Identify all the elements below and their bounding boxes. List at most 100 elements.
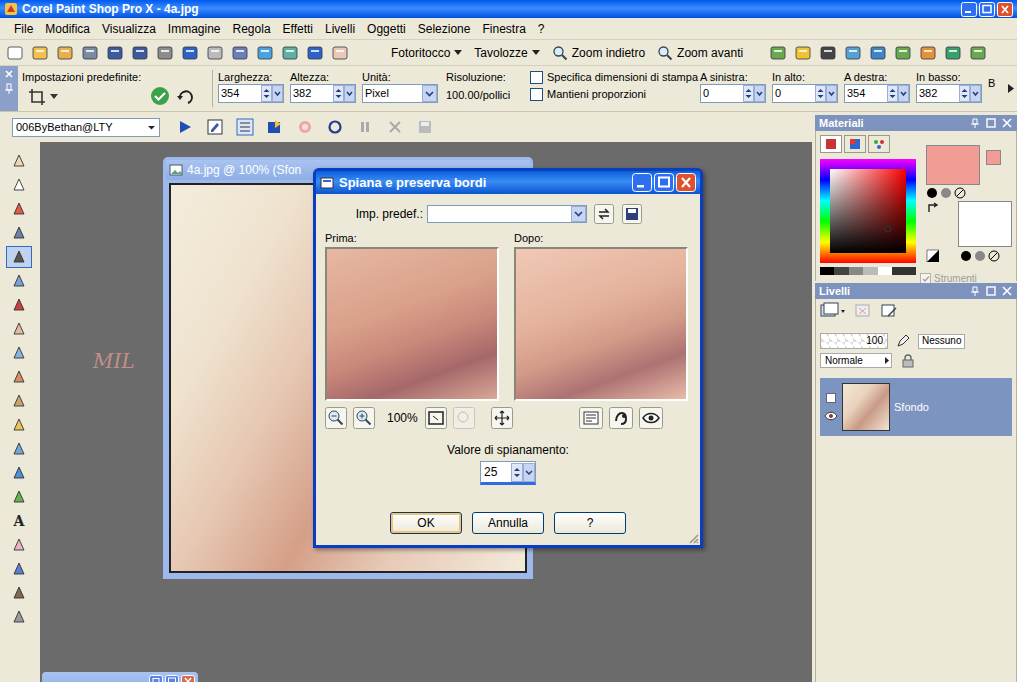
save-as-icon[interactable] <box>131 44 149 62</box>
saturation-square[interactable] <box>830 169 906 253</box>
expand-arrow-icon[interactable] <box>883 354 891 367</box>
maximize-icon[interactable] <box>654 173 674 192</box>
number-field[interactable]: 0 <box>700 84 766 103</box>
scroll-right-icon[interactable] <box>1008 84 1014 93</box>
toolbar-icon-button[interactable] <box>942 42 964 64</box>
maximize-icon[interactable] <box>985 117 997 129</box>
tool-button[interactable] <box>6 246 32 268</box>
minimize-icon[interactable] <box>961 2 977 17</box>
toolbar-icon-button[interactable] <box>29 42 51 64</box>
maximize-icon[interactable] <box>165 675 179 682</box>
toolbar-icon-button[interactable] <box>792 42 814 64</box>
layer-properties-icon[interactable] <box>880 302 898 320</box>
dropdown-arrow-icon[interactable] <box>144 119 159 136</box>
layer-thumbnail[interactable] <box>842 383 890 431</box>
picker-cursor-icon[interactable] <box>884 225 892 233</box>
crop-icon[interactable] <box>28 88 46 106</box>
tool-button[interactable] <box>6 438 32 460</box>
spin-icon[interactable] <box>815 85 826 102</box>
new-layer-icon[interactable] <box>820 302 846 320</box>
checkbox[interactable] <box>530 71 543 84</box>
toolbar-icon-button[interactable] <box>204 42 226 64</box>
number-field[interactable]: 382 <box>916 84 982 103</box>
toolbar-icon-button[interactable] <box>279 42 301 64</box>
reset-colors-icon[interactable] <box>926 249 940 263</box>
red-eye-icon[interactable] <box>819 44 837 62</box>
tool-button[interactable] <box>6 606 32 628</box>
menu-item[interactable]: Immagine <box>162 23 227 35</box>
toolbar-icon-button[interactable] <box>767 42 789 64</box>
restore-icon[interactable] <box>149 675 163 682</box>
checkbox-row[interactable]: Mantieni proporzioni <box>530 88 700 101</box>
opacity-field[interactable]: 100 <box>820 333 888 349</box>
swap-colors-icon[interactable] <box>926 201 940 215</box>
toolbar-icon-button[interactable] <box>179 42 201 64</box>
tool-button[interactable] <box>6 366 32 388</box>
style-none-icon[interactable] <box>954 187 966 199</box>
toolbar-menu-button[interactable]: Tavolozze <box>474 42 539 64</box>
number-field[interactable]: 0 <box>772 84 838 103</box>
toggle-icon[interactable] <box>969 44 987 62</box>
checkbox[interactable] <box>530 88 543 101</box>
close-icon[interactable] <box>181 675 195 682</box>
zoom-in-icon[interactable] <box>353 407 375 429</box>
preset-select[interactable] <box>427 205 587 223</box>
toolbar-menu-button[interactable]: Zoom indietro <box>552 42 645 64</box>
gallery-icon[interactable] <box>894 44 912 62</box>
blend-mode-select[interactable]: Normale <box>820 353 892 368</box>
pencil-icon[interactable] <box>896 334 910 348</box>
toolbar-icon-button[interactable] <box>229 42 251 64</box>
dropdown-arrow[interactable] <box>454 50 462 56</box>
scan-icon[interactable] <box>81 44 99 62</box>
stop-icon[interactable] <box>294 116 316 138</box>
menu-item[interactable]: Finestra <box>476 23 531 35</box>
print-icon[interactable] <box>156 44 174 62</box>
save-preset-icon[interactable] <box>622 204 642 224</box>
dropdown-arrow-icon[interactable] <box>532 50 540 56</box>
tool-button[interactable] <box>6 294 32 316</box>
spin-icon[interactable] <box>333 85 344 102</box>
toolbar-icon-button[interactable] <box>967 42 989 64</box>
tool-button[interactable] <box>6 414 32 436</box>
clarify-icon[interactable] <box>844 44 862 62</box>
info-icon[interactable] <box>306 44 324 62</box>
dropdown-arrow-icon[interactable] <box>754 85 765 102</box>
recent-colors[interactable] <box>820 267 916 275</box>
toolbar-icon-button[interactable] <box>104 42 126 64</box>
toolbar-icon-button[interactable] <box>4 42 26 64</box>
materials-header[interactable]: Materiali <box>815 115 1017 131</box>
tool-button[interactable] <box>6 486 32 508</box>
text-tool[interactable]: A <box>6 510 32 532</box>
toolbar-icon-button[interactable] <box>892 42 914 64</box>
maximize-icon[interactable] <box>985 285 997 297</box>
one-step-fix-icon[interactable] <box>769 44 787 62</box>
toolbar-icon-button[interactable] <box>129 42 151 64</box>
tool-button[interactable] <box>6 390 32 412</box>
tool-button[interactable] <box>6 150 32 172</box>
before-preview[interactable] <box>325 247 499 401</box>
undo-icon[interactable] <box>181 44 199 62</box>
portrait-icon[interactable] <box>869 44 887 62</box>
adjust-icon[interactable] <box>256 44 274 62</box>
visibility-toggle[interactable] <box>824 411 838 421</box>
rotate-icon[interactable] <box>176 86 196 106</box>
redo-icon[interactable] <box>206 44 224 62</box>
dropdown-arrow-icon[interactable] <box>826 85 837 102</box>
after-preview[interactable] <box>514 247 688 401</box>
toolbar-icon-button[interactable] <box>154 42 176 64</box>
number-field[interactable]: 354 <box>218 84 284 103</box>
menu-item[interactable]: Selezione <box>412 23 477 35</box>
dropdown-arrow-icon[interactable] <box>523 463 535 482</box>
new-icon[interactable] <box>6 44 24 62</box>
toolbar-icon-button[interactable] <box>842 42 864 64</box>
dropdown-arrow[interactable] <box>532 50 540 56</box>
spin-icon[interactable] <box>887 85 898 102</box>
layer-row[interactable]: Sfondo <box>820 378 1012 436</box>
toolbar-icon-button[interactable] <box>254 42 276 64</box>
tool-button[interactable] <box>6 582 32 604</box>
dropdown-arrow-icon[interactable] <box>344 85 355 102</box>
menu-item[interactable]: Modifica <box>39 23 96 35</box>
menu-item[interactable]: Visualizza <box>96 23 162 35</box>
save-icon[interactable] <box>106 44 124 62</box>
frame-tab-icon[interactable] <box>820 135 842 153</box>
